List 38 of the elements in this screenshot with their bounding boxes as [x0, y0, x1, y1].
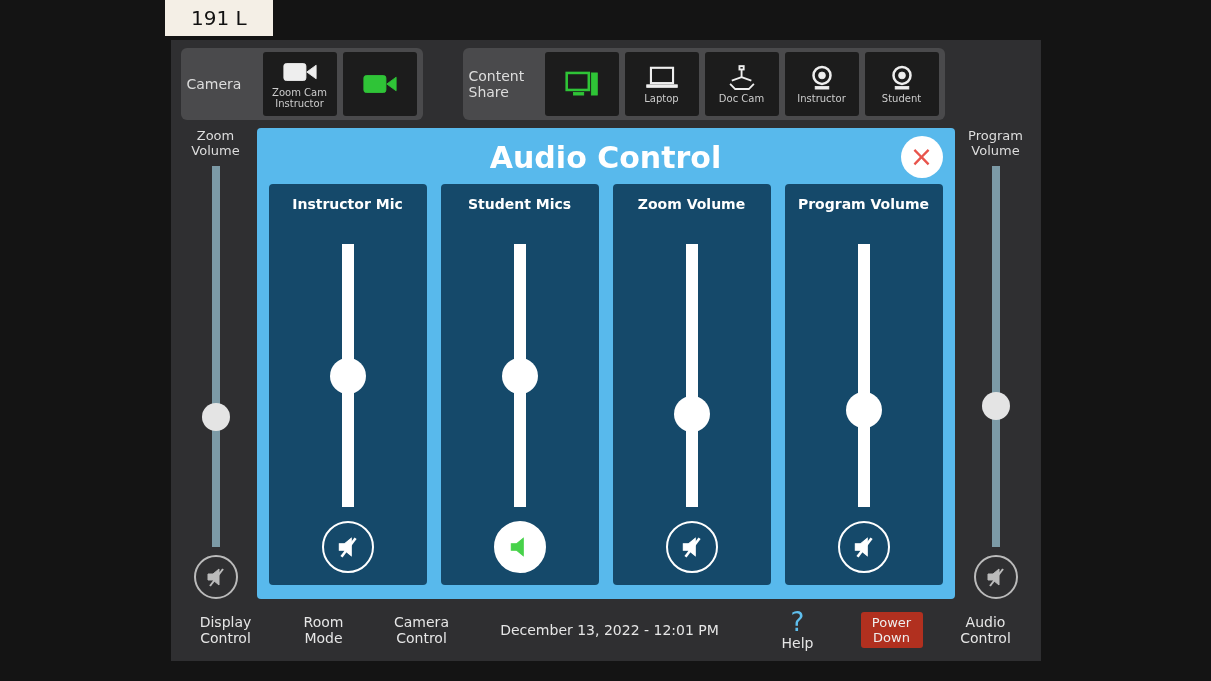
source-tile[interactable]: Zoom Cam Instructor: [262, 52, 337, 116]
volume-slider[interactable]: [673, 244, 710, 507]
volume-slider[interactable]: [501, 244, 538, 507]
channel-name: Zoom Volume: [637, 196, 746, 214]
volume-slider[interactable]: [981, 166, 1010, 547]
nav-button[interactable]: Camera Control: [386, 614, 457, 646]
help-icon[interactable]: ?: [790, 609, 805, 635]
slider-thumb[interactable]: [981, 391, 1010, 420]
source-tile[interactable]: Instructor: [784, 52, 859, 116]
volume-slider[interactable]: [329, 244, 366, 507]
volume-slider[interactable]: [845, 244, 882, 507]
mute-button[interactable]: [193, 555, 238, 599]
channel-name: Student Mics: [467, 196, 572, 214]
slider-thumb[interactable]: [201, 402, 230, 431]
volume-slider[interactable]: [201, 166, 230, 547]
nav-button[interactable]: Display Control: [190, 614, 261, 646]
volume-label: Program Volume: [967, 128, 1024, 158]
device-sticker: 191 L: [165, 0, 273, 36]
help-button[interactable]: Help: [762, 635, 833, 651]
monitor-icon: [564, 71, 599, 97]
close-button[interactable]: ×: [900, 136, 943, 178]
channel-name: Program Volume: [797, 196, 930, 214]
nav-button[interactable]: Room Mode: [288, 614, 359, 646]
group-label: Camera: [186, 76, 243, 92]
group-label: Content Share: [468, 68, 526, 100]
source-tile[interactable]: Student: [864, 52, 939, 116]
power-down-button[interactable]: Power Down: [860, 612, 923, 648]
date-time: December 13, 2022 - 12:01 PM: [499, 622, 720, 638]
dialog-title: Audio Control: [489, 139, 722, 175]
volume-label: Zoom Volume: [190, 128, 241, 158]
mute-button[interactable]: [973, 555, 1018, 599]
source-tile[interactable]: Doc Cam: [704, 52, 779, 116]
nav-button[interactable]: Audio Control: [950, 614, 1021, 646]
channel-name: Instructor Mic: [292, 196, 403, 214]
source-tile[interactable]: [544, 52, 619, 116]
source-tile[interactable]: Laptop: [624, 52, 699, 116]
laptop-icon: [644, 64, 679, 91]
source-tile[interactable]: [342, 52, 417, 116]
